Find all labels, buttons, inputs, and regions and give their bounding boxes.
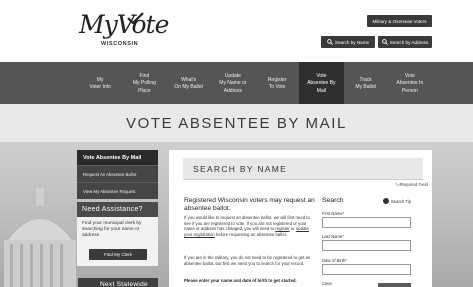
- nav-find-polling-place[interactable]: Find My Polling Place: [122, 62, 166, 104]
- title-band: VOTE ABSENTEE BY MAIL: [0, 104, 473, 142]
- main-nav: My Voter Info Find My Polling Place What…: [0, 62, 473, 104]
- search-tip-label: Search Tip: [391, 198, 412, 204]
- para-text: before requesting an absentee ballot.: [214, 231, 287, 237]
- last-name-label: Last Name*: [322, 234, 344, 239]
- search-submit-button[interactable]: [378, 283, 411, 287]
- search-tip-link[interactable]: Search Tip: [383, 198, 411, 204]
- nav-vote-absentee-person[interactable]: Vote Absentee In Person: [388, 62, 432, 104]
- dob-label: Date of Birth*: [322, 258, 347, 263]
- myvote-logo[interactable]: MyVote WISCONSIN: [79, 10, 169, 52]
- search-by-address-label: Search by Address: [389, 39, 429, 45]
- info-icon: [383, 198, 389, 204]
- nav-track-ballot[interactable]: Track My Ballot: [344, 62, 388, 104]
- checkmark-icon: [127, 12, 144, 24]
- clear-label: Clear: [322, 281, 333, 286]
- required-field-note: *=Required Field: [395, 182, 428, 187]
- next-statewide-banner[interactable]: Next Statewide: [78, 278, 158, 287]
- nav-vote-absentee-mail[interactable]: Vote Absentee By Mail: [299, 62, 344, 104]
- search-by-name-button[interactable]: Search by Name: [321, 36, 375, 48]
- sidebar: Vote Absentee By Mail Request An Absente…: [77, 150, 158, 266]
- page-title: VOTE ABSENTEE BY MAIL: [126, 114, 347, 132]
- last-name-field[interactable]: [322, 240, 411, 251]
- logo-text: MyVote: [79, 10, 169, 39]
- assistance-heading: Need Assistance?: [77, 202, 158, 217]
- search-by-name-label: Search by Name: [334, 39, 370, 45]
- search-form-title: Search: [322, 197, 344, 204]
- site-header: MyVote WISCONSIN Military & Overseas Vot…: [0, 0, 473, 62]
- military-overseas-button[interactable]: Military & Overseas Voters: [367, 15, 432, 27]
- first-name-label: First Name*: [322, 211, 345, 216]
- intro-paragraph: If you would like to request an absentee…: [184, 215, 314, 237]
- nav-my-voter-info[interactable]: My Voter Info: [78, 62, 122, 104]
- nav-update-name-address[interactable]: Update My Name or Address: [211, 62, 255, 104]
- register-link[interactable]: register: [275, 226, 289, 231]
- sidebar-item-view-request[interactable]: View My Absentee Request: [77, 182, 158, 199]
- search-icon: [327, 39, 333, 45]
- search-icon: [381, 39, 388, 45]
- search-by-address-button[interactable]: Search by Address: [378, 36, 432, 48]
- logo-subtitle: WISCONSIN: [101, 41, 139, 47]
- sidebar-heading[interactable]: Vote Absentee By Mail: [77, 150, 158, 165]
- nav-register-to-vote[interactable]: Register To Vote: [255, 62, 299, 104]
- assistance-box: Need Assistance? Find your municipal cle…: [77, 202, 158, 266]
- assistance-text: Find your municipal clerk by searching f…: [82, 221, 142, 238]
- capitol-dome-image: [4, 188, 76, 287]
- get-started-text: Please enter your name and date of birth…: [184, 278, 297, 283]
- intro-heading: Registered Wisconsin voters may request …: [184, 197, 315, 212]
- military-paragraph: If you are in the military, you do not n…: [184, 255, 311, 266]
- sidebar-item-request-ballot[interactable]: Request An Absentee Ballot: [77, 165, 158, 182]
- first-name-field[interactable]: [322, 217, 411, 228]
- nav-whats-on-ballot[interactable]: What's On My Ballot: [167, 62, 211, 104]
- dob-field[interactable]: [322, 264, 411, 275]
- section-heading: SEARCH BY NAME: [183, 158, 423, 180]
- find-my-clerk-button[interactable]: Find My Clerk: [89, 249, 147, 260]
- main-panel: SEARCH BY NAME *=Required Field Register…: [169, 150, 432, 287]
